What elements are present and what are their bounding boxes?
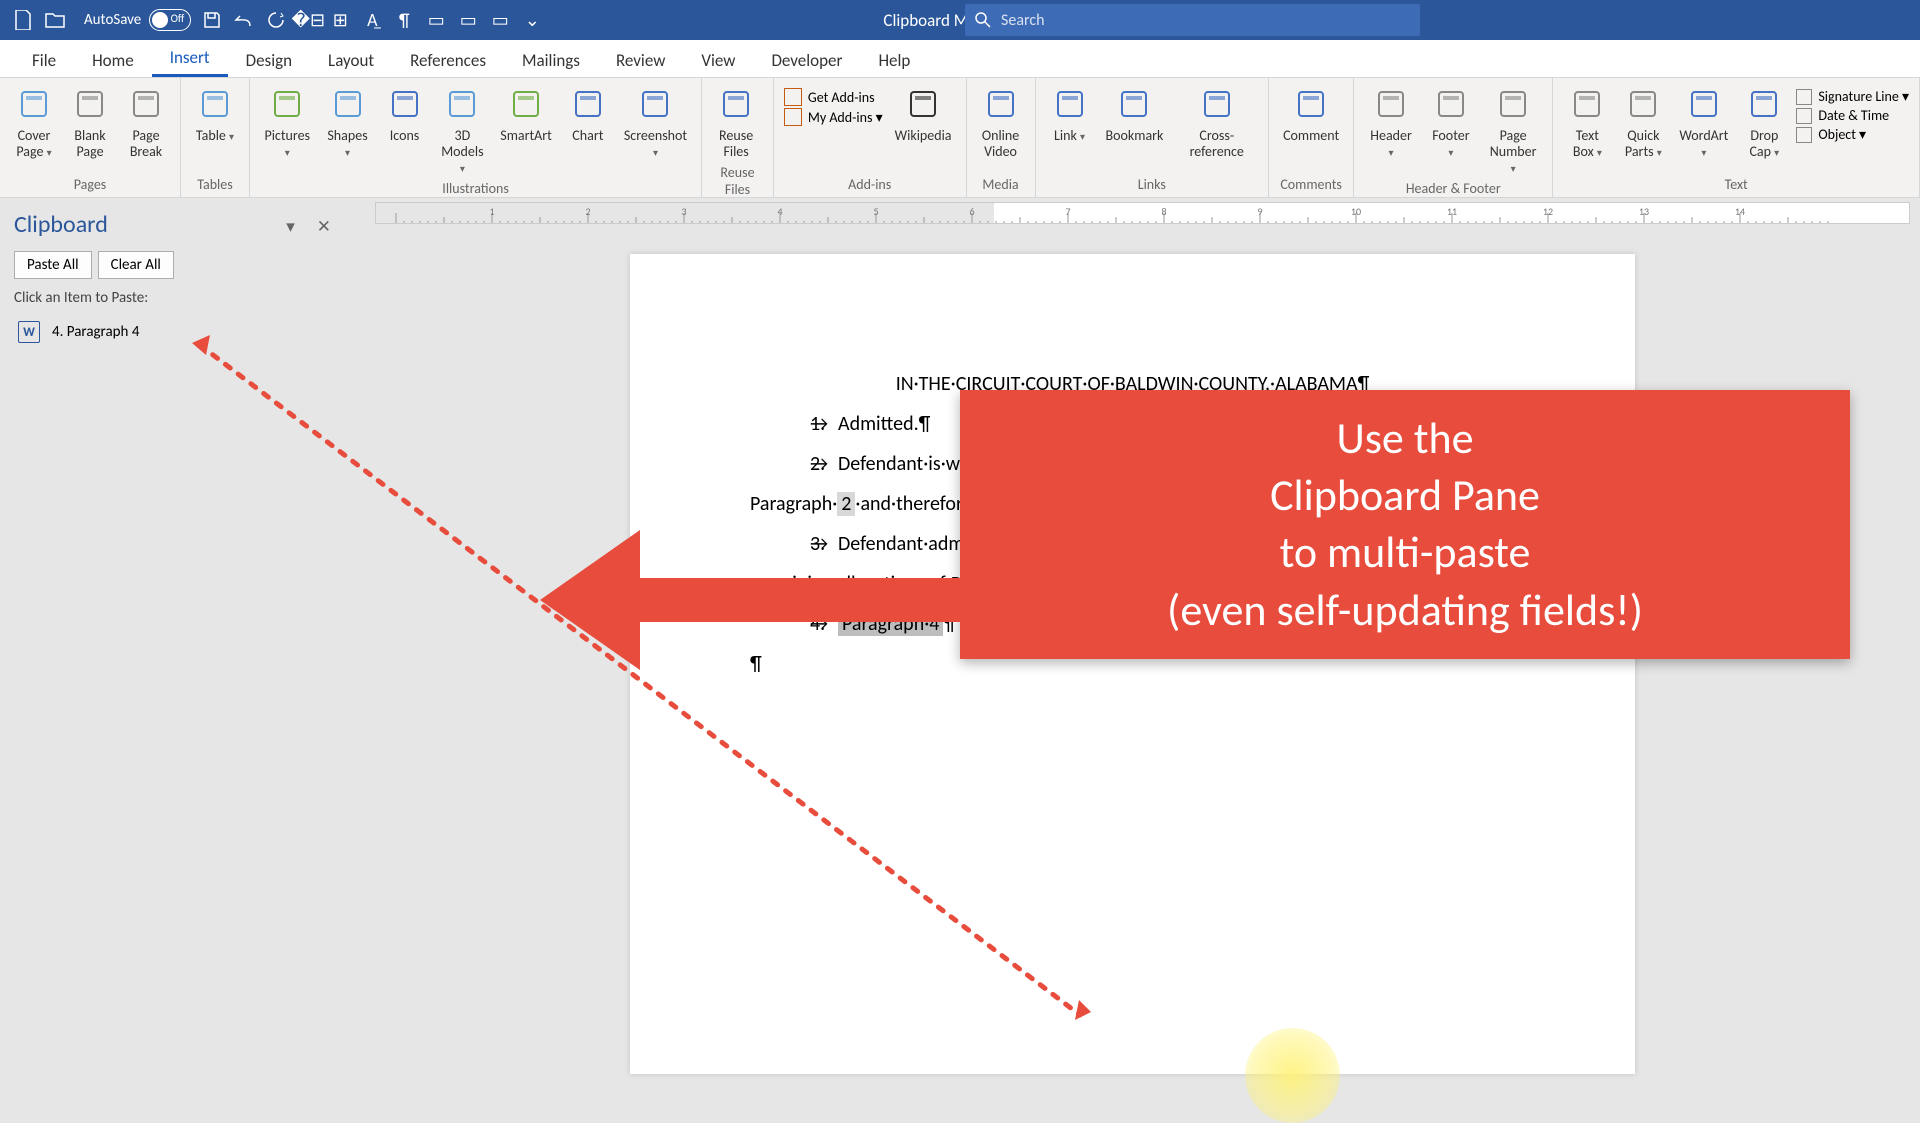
- titlebar: AutoSave Off �⊟ ⊞ A̲ ¶ ▭ ▭ ▭ ⌄ Clipboard…: [0, 0, 1920, 40]
- page[interactable]: IN·THE·CIRCUIT·COURT·OF·BALDWIN·COUNTY,·…: [630, 254, 1635, 1074]
- group-label: Text: [1559, 174, 1913, 197]
- qat-icon6[interactable]: ▭: [457, 9, 479, 31]
- new-doc-icon[interactable]: [12, 9, 34, 31]
- svg-text:8: 8: [1161, 205, 1166, 218]
- tab-review[interactable]: Review: [598, 42, 683, 77]
- ribbon-my-add-ins-[interactable]: My Add-ins ▾: [784, 108, 883, 126]
- group-label: Links: [1042, 174, 1263, 197]
- group-label: Add-ins: [780, 174, 960, 197]
- autosave-label: AutoSave: [84, 11, 141, 29]
- ribbon-date-time[interactable]: Date & Time: [1796, 107, 1909, 124]
- qat-icon2[interactable]: ⊞: [329, 9, 351, 31]
- clipboard-item[interactable]: W 4. Paragraph 4: [14, 317, 331, 347]
- tab-design[interactable]: Design: [228, 42, 310, 77]
- clipboard-title: Clipboard: [14, 210, 331, 239]
- ribbon-shapes-[interactable]: Shapes ▾: [319, 82, 377, 162]
- horizontal-ruler[interactable]: 1234567891011121314: [375, 202, 1910, 224]
- svg-text:10: 10: [1351, 205, 1361, 218]
- ribbon-footer-[interactable]: Footer ▾: [1422, 82, 1480, 162]
- ribbon-cover-page-[interactable]: CoverPage ▾: [6, 82, 62, 162]
- svg-text:6: 6: [969, 205, 974, 218]
- ribbon-text-box-[interactable]: TextBox ▾: [1559, 82, 1615, 162]
- tab-references[interactable]: References: [392, 42, 504, 77]
- paste-all-button[interactable]: Paste All: [14, 251, 92, 279]
- qat-more-icon[interactable]: ⌄: [521, 9, 543, 31]
- group-label: Pages: [6, 174, 174, 197]
- svg-text:12: 12: [1543, 205, 1553, 218]
- ribbon-page-break[interactable]: PageBreak: [118, 82, 174, 162]
- ribbon-table-[interactable]: Table ▾: [187, 82, 243, 146]
- tab-insert[interactable]: Insert: [152, 39, 228, 77]
- group-label: Media: [973, 174, 1029, 197]
- instruction-callout: Use the Clipboard Pane to multi-paste (e…: [960, 390, 1850, 659]
- ribbon-object-[interactable]: Object ▾: [1796, 126, 1909, 143]
- pane-close-icon[interactable]: ✕: [317, 216, 331, 237]
- svg-text:2: 2: [585, 205, 590, 218]
- svg-text:13: 13: [1639, 205, 1649, 218]
- autosave-toggle[interactable]: AutoSave Off: [84, 9, 191, 31]
- ribbon: CoverPage ▾BlankPagePageBreak Pages Table …: [0, 78, 1920, 198]
- ribbon-comment[interactable]: Comment: [1275, 82, 1347, 146]
- search-box[interactable]: [965, 4, 1420, 36]
- svg-text:3: 3: [681, 205, 686, 218]
- ribbon-pictures-[interactable]: Pictures ▾: [256, 82, 319, 162]
- ribbon-screenshot-[interactable]: Screenshot ▾: [616, 82, 695, 162]
- clipboard-hint: Click an Item to Paste:: [14, 289, 331, 307]
- qat-icon3[interactable]: A̲: [361, 9, 383, 31]
- qat-icon4[interactable]: ¶: [393, 9, 415, 31]
- tab-home[interactable]: Home: [74, 42, 152, 77]
- ribbon-wordart-[interactable]: WordArt ▾: [1671, 82, 1736, 162]
- ribbon-drop-cap-[interactable]: DropCap ▾: [1736, 82, 1792, 162]
- group-label: Comments: [1275, 174, 1347, 197]
- ribbon-signature-line-[interactable]: Signature Line ▾: [1796, 88, 1909, 105]
- tab-view[interactable]: View: [683, 42, 753, 77]
- ribbon-get-add-ins[interactable]: Get Add-ins: [784, 88, 883, 106]
- ribbon-smartart[interactable]: SmartArt: [492, 82, 560, 146]
- ribbon--d-models-[interactable]: 3DModels ▾: [433, 82, 493, 178]
- qat-icon[interactable]: �⊟: [297, 9, 319, 31]
- ribbon-bookmark[interactable]: Bookmark: [1098, 82, 1172, 146]
- svg-text:7: 7: [1065, 205, 1070, 218]
- svg-text:5: 5: [873, 205, 878, 218]
- ribbon-reuse-files[interactable]: ReuseFiles: [708, 82, 764, 162]
- qat-icon5[interactable]: ▭: [425, 9, 447, 31]
- svg-text:14: 14: [1735, 205, 1745, 218]
- tab-mailings[interactable]: Mailings: [504, 42, 598, 77]
- ribbon-quick-parts-[interactable]: QuickParts ▾: [1615, 82, 1671, 162]
- clipboard-pane: Clipboard ▾ ✕ Paste All Clear All Click …: [0, 198, 345, 1080]
- ribbon-header-[interactable]: Header ▾: [1360, 82, 1422, 162]
- ribbon-tabs: FileHomeInsertDesignLayoutReferencesMail…: [0, 40, 1920, 78]
- save-icon[interactable]: [201, 9, 223, 31]
- ribbon-page-number-[interactable]: PageNumber ▾: [1480, 82, 1547, 178]
- ribbon-cross-reference[interactable]: Cross-reference: [1171, 82, 1262, 162]
- tab-layout[interactable]: Layout: [310, 42, 392, 77]
- redo-icon[interactable]: [265, 9, 287, 31]
- tab-file[interactable]: File: [14, 42, 74, 77]
- tab-help[interactable]: Help: [860, 42, 928, 77]
- ribbon-chart[interactable]: Chart: [560, 82, 616, 146]
- word-doc-icon: W: [18, 321, 40, 343]
- tab-developer[interactable]: Developer: [753, 42, 860, 77]
- ribbon-online-video[interactable]: OnlineVideo: [973, 82, 1029, 162]
- search-icon: [965, 12, 1001, 28]
- ribbon-blank-page[interactable]: BlankPage: [62, 82, 118, 162]
- search-input[interactable]: [1001, 11, 1420, 30]
- pane-options-icon[interactable]: ▾: [286, 216, 295, 237]
- group-label: Reuse Files: [708, 162, 767, 202]
- group-label: Tables: [187, 174, 243, 197]
- svg-text:11: 11: [1447, 205, 1457, 218]
- ribbon-icons[interactable]: Icons: [377, 82, 433, 146]
- cursor-highlight: [1245, 1028, 1340, 1123]
- svg-text:9: 9: [1257, 205, 1262, 218]
- open-icon[interactable]: [44, 9, 66, 31]
- qat-icon7[interactable]: ▭: [489, 9, 511, 31]
- svg-text:1: 1: [489, 205, 494, 218]
- svg-text:4: 4: [777, 205, 782, 218]
- undo-icon[interactable]: [233, 9, 255, 31]
- toggle-control[interactable]: Off: [149, 9, 191, 31]
- clear-all-button[interactable]: Clear All: [98, 251, 174, 279]
- ribbon-wikipedia[interactable]: Wikipedia: [887, 82, 960, 146]
- ribbon-link-[interactable]: Link ▾: [1042, 82, 1098, 146]
